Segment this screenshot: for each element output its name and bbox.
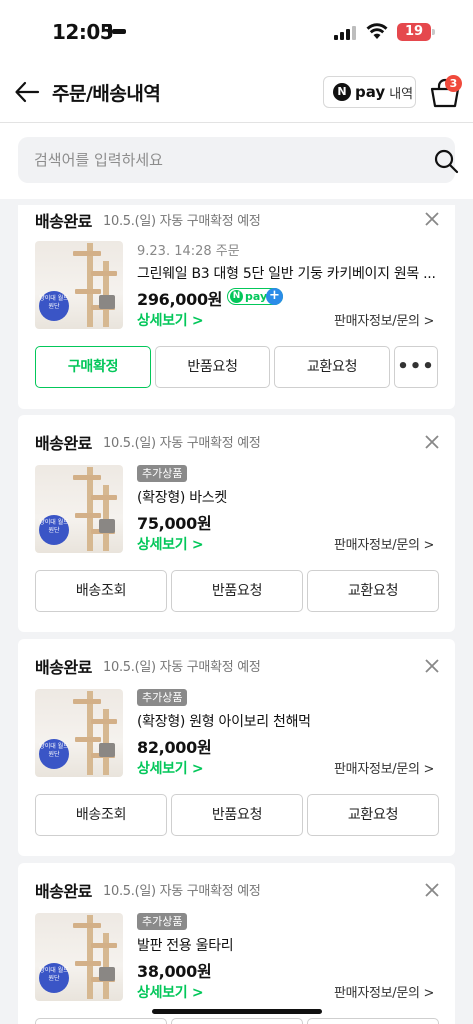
seller-info-link[interactable]: 판매자정보/문의 >: [334, 758, 434, 777]
exchange-request-button[interactable]: 교환요청: [307, 794, 439, 836]
status-bar: 12:05 19: [0, 0, 473, 62]
addon-tag: 추가상품: [137, 689, 188, 706]
npay-plus-word: pay: [245, 290, 268, 303]
product-name[interactable]: (확장형) 바스켓: [137, 487, 442, 507]
product-thumbnail[interactable]: 냥이대 월드 원단: [35, 465, 123, 553]
product-price: 296,000원: [137, 290, 223, 309]
npay-logo-icon: N: [333, 83, 351, 101]
detail-link[interactable]: 상세보기 >: [137, 982, 204, 1002]
close-icon[interactable]: [423, 881, 441, 899]
detail-link[interactable]: 상세보기 >: [137, 310, 204, 330]
track-delivery-button[interactable]: 배송조회: [35, 570, 167, 612]
npay-history-label: 내역: [389, 86, 414, 102]
seller-info-link[interactable]: 판매자정보/문의 >: [334, 982, 434, 1001]
wifi-icon: [366, 23, 388, 39]
npay-n-icon: N: [230, 290, 243, 303]
exchange-request-button[interactable]: 교환요청: [274, 346, 390, 388]
close-icon[interactable]: [423, 657, 441, 675]
thumbnail-badge: 냥이대 월드 원단: [39, 739, 69, 769]
search-section: [0, 123, 473, 199]
npay-word: pay: [355, 83, 386, 101]
cellular-signal-icon: [334, 26, 358, 40]
close-icon[interactable]: [423, 433, 441, 451]
seller-info-link[interactable]: 판매자정보/문의 >: [334, 310, 434, 329]
confirm-purchase-button[interactable]: 구매확정: [35, 346, 151, 388]
detail-link[interactable]: 상세보기 >: [137, 534, 204, 554]
order-card: 배송완료 10.5.(일) 자동 구매확정 예정 냥이대 월드 원단 추가상품 …: [18, 863, 455, 1024]
auto-confirm-note: 10.5.(일) 자동 구매확정 예정: [103, 214, 261, 229]
product-price: 75,000원: [137, 514, 212, 533]
npay-plus-badge: N pay +: [227, 288, 283, 305]
product-thumbnail[interactable]: 냥이대 월드 원단: [35, 689, 123, 777]
auto-confirm-note: 10.5.(일) 자동 구매확정 예정: [103, 436, 261, 451]
return-request-button[interactable]: 반품요청: [171, 570, 303, 612]
track-delivery-button[interactable]: 배송조회: [35, 794, 167, 836]
header: 주문/배송내역 N pay 내역 3: [0, 62, 473, 122]
return-request-button[interactable]: 반품요청: [171, 794, 303, 836]
addon-tag: 추가상품: [137, 913, 188, 930]
track-delivery-button[interactable]: [35, 1018, 167, 1024]
order-card: 배송완료 10.5.(일) 자동 구매확정 예정 냥이대 월드 원단 추가상품 …: [18, 415, 455, 632]
search-icon[interactable]: [433, 148, 459, 174]
exchange-request-button[interactable]: [307, 1018, 439, 1024]
delivery-status: 배송완료: [35, 658, 92, 677]
thumbnail-badge: 냥이대 월드 원단: [39, 963, 69, 993]
delivery-status: 배송완료: [35, 434, 92, 453]
thumbnail-badge: 냥이대 월드 원단: [39, 291, 69, 321]
auto-confirm-note: 10.5.(일) 자동 구매확정 예정: [103, 660, 261, 675]
exchange-request-button[interactable]: 교환요청: [307, 570, 439, 612]
back-arrow-icon[interactable]: [14, 79, 40, 105]
auto-confirm-note: 10.5.(일) 자동 구매확정 예정: [103, 884, 261, 899]
order-card: 배송완료 10.5.(일) 자동 구매확정 예정 냥이대 월드 원단 9.23.…: [18, 205, 455, 409]
order-date: 9.23. 14:28 주문: [137, 244, 240, 259]
delivery-status: 배송완료: [35, 212, 92, 231]
product-thumbnail[interactable]: 냥이대 월드 원단: [35, 241, 123, 329]
page-title: 주문/배송내역: [52, 83, 161, 105]
detail-link[interactable]: 상세보기 >: [137, 758, 204, 778]
home-indicator[interactable]: [152, 1009, 322, 1014]
sleep-mode-icon: [108, 25, 126, 37]
addon-tag: 추가상품: [137, 465, 188, 482]
thumbnail-badge: 냥이대 월드 원단: [39, 515, 69, 545]
product-thumbnail[interactable]: 냥이대 월드 원단: [35, 913, 123, 1001]
cart-count-badge: 3: [445, 75, 462, 92]
product-name[interactable]: (확장형) 원형 아이보리 천해먹: [137, 711, 442, 731]
status-time: 12:05: [52, 20, 114, 44]
delivery-status: 배송완료: [35, 882, 92, 901]
order-card: 배송완료 10.5.(일) 자동 구매확정 예정 냥이대 월드 원단 추가상품 …: [18, 639, 455, 856]
search-input[interactable]: [18, 137, 398, 183]
product-name[interactable]: 그린웨일 B3 대형 5단 일반 기둥 카키베이지 원목 ...: [137, 263, 442, 283]
return-request-button[interactable]: [171, 1018, 303, 1024]
product-price: 38,000원: [137, 962, 212, 981]
more-dots-icon: •••: [397, 356, 435, 377]
seller-info-link[interactable]: 판매자정보/문의 >: [334, 534, 434, 553]
battery-icon: 19: [397, 23, 435, 41]
more-options-button[interactable]: •••: [394, 346, 438, 388]
search-box: [18, 137, 459, 183]
return-request-button[interactable]: 반품요청: [155, 346, 270, 388]
close-icon[interactable]: [423, 210, 441, 228]
npay-history-button[interactable]: N pay 내역: [323, 76, 416, 108]
npay-plus-icon: +: [266, 288, 283, 305]
product-name[interactable]: 발판 전용 울타리: [137, 935, 442, 955]
product-price: 82,000원: [137, 738, 212, 757]
